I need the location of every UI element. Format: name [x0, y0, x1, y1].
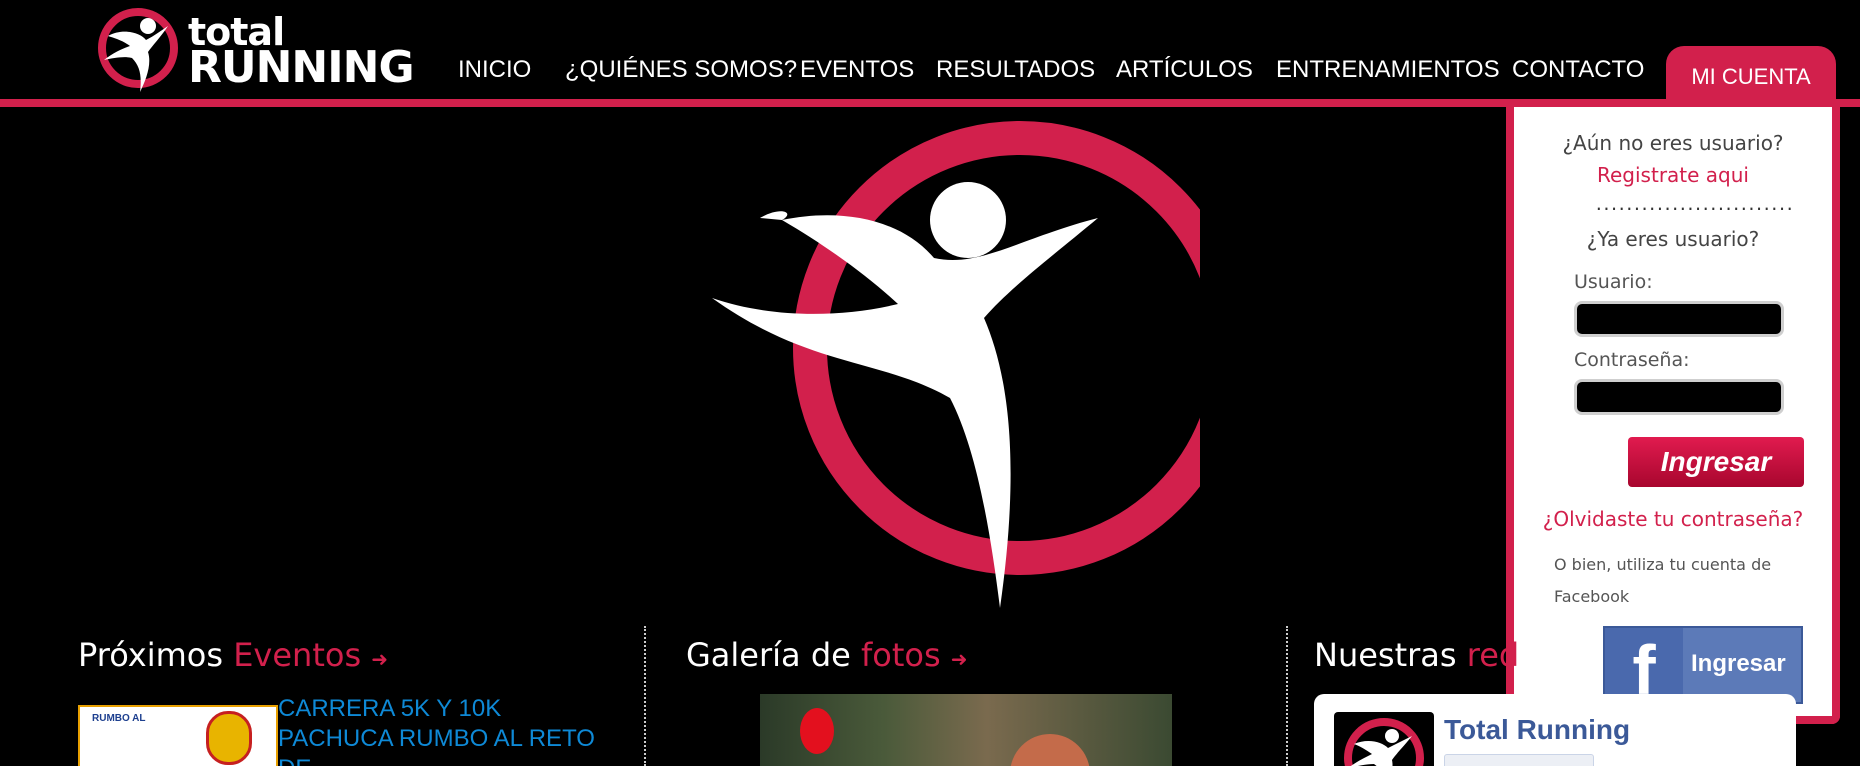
runner-logo-icon — [98, 8, 178, 92]
site-header: total RUNNING INICIO ¿QUIÉNES SOMOS? EVE… — [0, 0, 1860, 106]
username-label: Usuario: — [1574, 271, 1653, 293]
nav-item-entrenamientos[interactable]: ENTRENAMIENTOS — [1276, 56, 1500, 84]
nav-item-resultados[interactable]: RESULTADOS — [936, 56, 1095, 84]
login-dropdown: ¿Aún no eres usuario? Registrate aqui ..… — [1506, 107, 1840, 724]
facebook-login-label: Ingresar — [1691, 650, 1786, 677]
event-thumbnail[interactable]: RUMBO AL — [78, 705, 278, 766]
hero-runner-logo-icon — [712, 121, 1200, 608]
gallery-section-title[interactable]: Galería de fotos ➜ — [686, 636, 968, 674]
tab-mi-cuenta-label: MI CUENTA — [1691, 64, 1811, 89]
nav-item-articulos[interactable]: ARTÍCULOS — [1116, 56, 1253, 84]
username-field[interactable] — [1574, 301, 1784, 337]
facebook-login-button[interactable]: f Ingresar — [1603, 626, 1803, 709]
gallery-title-accent: fotos — [860, 636, 941, 674]
like-button[interactable] — [1444, 754, 1594, 766]
password-field[interactable] — [1574, 379, 1784, 415]
header-divider — [0, 99, 1860, 107]
event-badge-icon — [206, 711, 252, 765]
nav-item-contacto[interactable]: CONTACTO — [1512, 56, 1644, 84]
already-user-text: ¿Ya eres usuario? — [1586, 227, 1760, 251]
person-image — [1010, 734, 1090, 766]
forgot-password-link[interactable]: ¿Olvidaste tu contraseña? — [1514, 507, 1832, 531]
nav-item-eventos[interactable]: EVENTOS — [800, 56, 914, 84]
facebook-page-widget: Total Running — [1314, 694, 1796, 766]
register-link[interactable]: Registrate aqui — [1514, 163, 1832, 187]
nav-item-inicio[interactable]: INICIO — [458, 56, 531, 84]
runner-logo-icon — [1344, 718, 1424, 766]
password-label: Contraseña: — [1574, 349, 1690, 371]
login-submit-button[interactable]: Ingresar — [1628, 437, 1804, 487]
gallery-title-plain: Galería de — [686, 636, 861, 674]
column-divider — [1286, 626, 1288, 766]
page-avatar[interactable] — [1334, 712, 1434, 766]
social-title-accent: red — [1466, 636, 1520, 674]
page-name-link[interactable]: Total Running — [1444, 714, 1630, 746]
arrow-right-icon: ➜ — [371, 647, 389, 671]
gallery-photo[interactable] — [760, 694, 1172, 766]
arrow-right-icon: ➜ — [950, 647, 968, 671]
balloon-image — [800, 708, 834, 754]
column-divider — [644, 626, 646, 766]
social-title-plain: Nuestras — [1314, 636, 1467, 674]
tab-mi-cuenta[interactable]: MI CUENTA — [1666, 46, 1836, 106]
event-title-link[interactable]: CARRERA 5K Y 10K PACHUCA RUMBO AL RETO D… — [278, 694, 608, 766]
events-title-plain: Próximos — [78, 636, 234, 674]
logo-text-running: RUNNING — [188, 42, 415, 93]
separator-dots: ........................................… — [1594, 195, 1794, 214]
nav-item-quienes-somos[interactable]: ¿QUIÉNES SOMOS? — [565, 56, 797, 84]
facebook-alt-text: O bien, utiliza tu cuenta de Facebook — [1554, 555, 1772, 606]
facebook-icon: f — [1605, 628, 1683, 709]
event-thumb-text: RUMBO AL — [92, 713, 146, 724]
social-section-title: Nuestras red — [1314, 636, 1519, 674]
site-logo[interactable]: total RUNNING — [96, 6, 415, 94]
events-title-accent: Eventos — [233, 636, 362, 674]
not-user-text: ¿Aún no eres usuario? — [1562, 131, 1784, 155]
events-section-title[interactable]: Próximos Eventos ➜ — [78, 636, 388, 674]
